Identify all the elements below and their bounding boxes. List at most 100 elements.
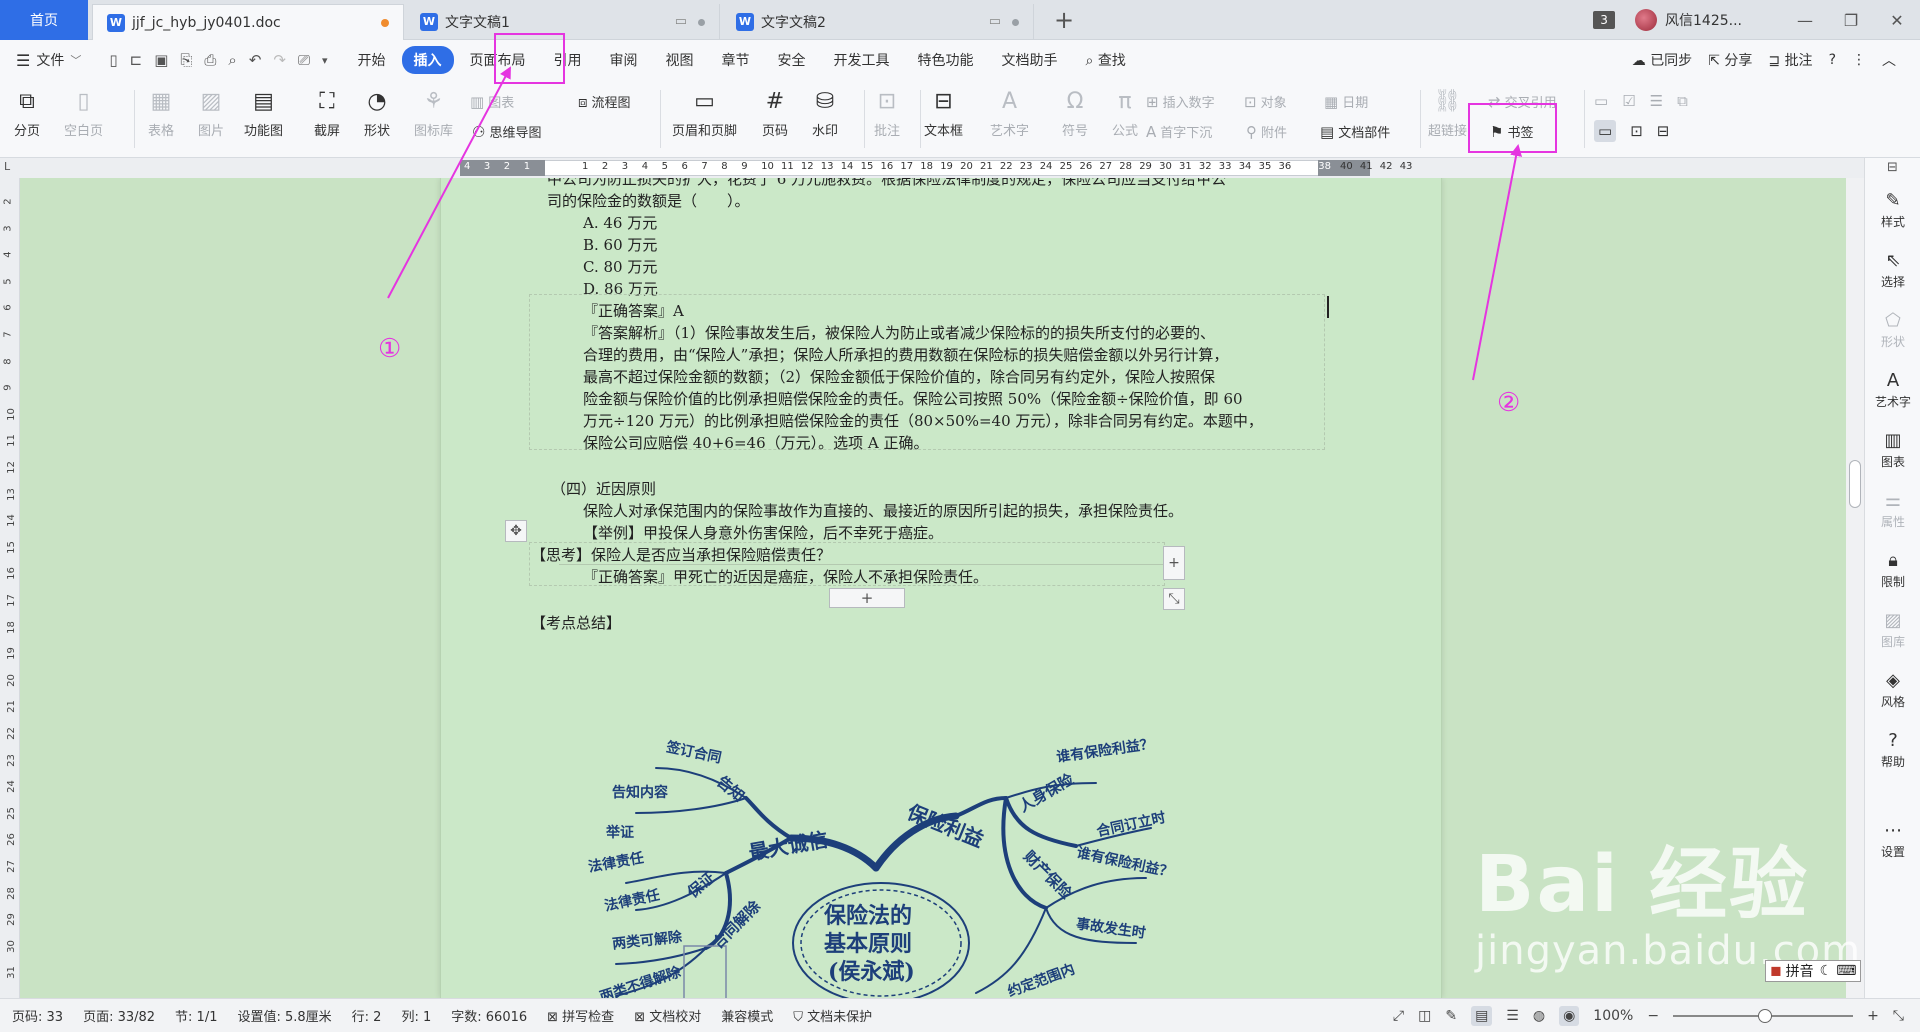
panel-art-text[interactable]: A 艺术字: [1865, 370, 1920, 410]
mindmap-image[interactable]: 保险法的 基本原则 (侯永斌) 最大诚信 保险利益 签订合同 告知内容 举证 法…: [576, 736, 1236, 998]
tab-view[interactable]: 视图: [654, 46, 706, 74]
more-icon[interactable]: ⋮: [1852, 52, 1866, 68]
annotation-button[interactable]: ⊡ 批注: [872, 86, 902, 140]
object-button[interactable]: ⊡ 对象: [1244, 92, 1287, 112]
panel-toggle-icon[interactable]: ⊟: [1887, 160, 1898, 175]
eye-protect-icon[interactable]: ◉: [1559, 1006, 1580, 1026]
vertical-ruler[interactable]: 2 3 4 5 6 7 8 9 10 11 12 13 14 15 16 17 18 19 20 21 22 23 24 25…: [0, 178, 20, 998]
status-pages[interactable]: 页面: 33/82: [83, 1006, 155, 1025]
flowchart-button[interactable]: ⧈ 流程图: [578, 92, 631, 112]
panel-style[interactable]: ◈ 风格: [1865, 670, 1920, 710]
tab-developer[interactable]: 开发工具: [822, 46, 902, 74]
zoom-slider-knob[interactable]: [1758, 1009, 1773, 1023]
formula-button[interactable]: π 公式: [1110, 86, 1140, 140]
table-button[interactable]: ▦ 表格: [146, 86, 176, 140]
window-count-badge[interactable]: 3: [1593, 11, 1616, 29]
tab-home[interactable]: 开始: [346, 46, 398, 74]
layout-icon[interactable]: ▭: [1594, 92, 1608, 110]
print-preview-icon[interactable]: ⌕: [228, 51, 236, 69]
insert-number-button[interactable]: ⊞ 插入数字: [1146, 92, 1215, 112]
header-footer-button[interactable]: ▭ 页眉和页脚: [672, 86, 737, 140]
add-row-icon[interactable]: +: [829, 588, 905, 608]
status-section[interactable]: 节: 1/1: [175, 1006, 217, 1025]
home-tab[interactable]: 首页: [0, 0, 88, 40]
zoom-in-icon[interactable]: +: [1867, 1008, 1879, 1024]
resize-table-icon[interactable]: ⤡: [1163, 588, 1185, 610]
protect-status[interactable]: ⛉ 文档未保护: [793, 1006, 872, 1025]
close-dot-icon[interactable]: [698, 19, 705, 26]
sync-button[interactable]: ☁ 已同步: [1632, 50, 1692, 70]
copy-icon[interactable]: ⧉: [1677, 92, 1688, 110]
tab-security[interactable]: 安全: [766, 46, 818, 74]
help-icon[interactable]: ?: [1829, 52, 1836, 68]
save-icon[interactable]: ▣: [154, 51, 168, 69]
tab-doc-assistant[interactable]: 文档助手: [990, 46, 1070, 74]
outline-view-icon[interactable]: ☰: [1506, 1008, 1519, 1024]
icon-library-button[interactable]: ⚘ 图标库: [414, 86, 453, 140]
doc-parts-button[interactable]: ▤ 文档部件: [1320, 122, 1390, 142]
attachment-button[interactable]: ⚲ 附件: [1246, 122, 1287, 142]
panel-shape[interactable]: ⬠ 形状: [1865, 310, 1920, 350]
tab-insert[interactable]: 插入: [401, 46, 454, 74]
document-tab-doc[interactable]: W jjf_jc_hyb_jy0401.doc: [92, 4, 404, 40]
list-icon[interactable]: ☰: [1650, 92, 1663, 110]
spell-check-button[interactable]: ⊠ 拼写检查: [547, 1006, 614, 1025]
textbox-button[interactable]: ⊟ 文本框: [924, 86, 963, 140]
hyperlink-button[interactable]: ⛓ 超链接: [1428, 86, 1467, 140]
drop-cap-button[interactable]: A 首字下沉: [1146, 122, 1212, 142]
screenshot-button[interactable]: ⛶ 截屏: [312, 86, 342, 140]
zoom-slider[interactable]: [1673, 1009, 1854, 1023]
web-view-icon[interactable]: ◍: [1533, 1008, 1545, 1024]
open-folder-icon[interactable]: ⊏: [130, 51, 143, 69]
edit-mode-icon[interactable]: ✎: [1445, 1008, 1457, 1024]
picture-button[interactable]: ▨ 图片: [196, 86, 226, 140]
panel-restrict[interactable]: 🔒︎ 限制: [1865, 550, 1920, 590]
blank-page-button[interactable]: ▯ 空白页: [64, 86, 103, 140]
fit-page-icon[interactable]: ⤡: [1893, 1008, 1904, 1024]
mindmap-button[interactable]: ⚇ 思维导图: [472, 122, 541, 142]
status-col[interactable]: 列: 1: [401, 1006, 431, 1025]
scrollbar-thumb[interactable]: [1849, 460, 1861, 508]
tab-find[interactable]: ⌕ 查找: [1074, 46, 1138, 74]
fullscreen-icon[interactable]: ⤢: [1393, 1008, 1404, 1024]
read-mode-icon[interactable]: ◫: [1418, 1008, 1431, 1024]
shape-button[interactable]: ◔ 形状: [362, 86, 392, 140]
proofread-button[interactable]: ⊠ 文档校对: [634, 1006, 701, 1025]
symbol-button[interactable]: Ω 符号: [1060, 86, 1090, 140]
avatar[interactable]: [1635, 9, 1658, 31]
new-file-icon[interactable]: ▯: [109, 51, 117, 69]
compat-mode[interactable]: 兼容模式: [721, 1006, 773, 1025]
collapse-ribbon-icon[interactable]: ︿: [1882, 50, 1896, 70]
export-icon[interactable]: ⎘: [180, 51, 192, 69]
close-icon[interactable]: ✕: [1874, 11, 1920, 30]
table-move-icon[interactable]: ✥: [505, 520, 527, 542]
tab-chapter[interactable]: 章节: [710, 46, 762, 74]
watermark-button[interactable]: ⛁ 水印: [810, 86, 840, 140]
tab-review[interactable]: 审阅: [598, 46, 650, 74]
format-painter-icon[interactable]: ⎚: [298, 51, 310, 69]
status-row[interactable]: 行: 2: [352, 1006, 382, 1025]
comment-button[interactable]: ⊒ 批注: [1768, 50, 1812, 70]
tab-features[interactable]: 特色功能: [906, 46, 986, 74]
zoom-level[interactable]: 100%: [1593, 1008, 1633, 1024]
undo-icon[interactable]: ↶: [249, 51, 262, 69]
panel-gallery[interactable]: ▨ 图库: [1865, 610, 1920, 650]
panel-select[interactable]: ⇖ 选择: [1865, 250, 1920, 290]
minimize-icon[interactable]: —: [1782, 11, 1828, 30]
panel-help[interactable]: ? 帮助: [1865, 730, 1920, 770]
page-break-button[interactable]: ⧉ 分页: [12, 86, 42, 140]
share-button[interactable]: ⇱ 分享: [1708, 50, 1752, 70]
horizontal-ruler[interactable]: L 4 3 2 1 1 2 3 4 5 6 7 8 9 10 11 12 13 14 15 16 17 18 19 20 21 2…: [0, 158, 1920, 178]
page-number-button[interactable]: # 页码: [760, 86, 790, 140]
chart-button[interactable]: ▥ 图表: [470, 92, 514, 112]
frame-alt-icon[interactable]: ⊟: [1657, 122, 1670, 140]
page-view-icon[interactable]: ▤: [1471, 1006, 1493, 1026]
document-page[interactable]: 中公司为防止损失的扩大，花费了 6 万元施救费。根据保险法律制度的规定，保险公司…: [440, 178, 1442, 998]
file-menu[interactable]: ☰ 文件 ﹀: [0, 50, 81, 70]
document-tab-2[interactable]: W 文字文稿2 ▭: [722, 4, 1034, 40]
user-name[interactable]: 风信1425...: [1665, 10, 1742, 30]
redo-icon[interactable]: ↷: [273, 51, 286, 69]
ime-toolbar[interactable]: ◼ 拼音 ☾ ⌨: [1765, 960, 1862, 982]
modified-dot-icon[interactable]: [381, 19, 389, 27]
status-page[interactable]: 页码: 33: [12, 1006, 63, 1025]
